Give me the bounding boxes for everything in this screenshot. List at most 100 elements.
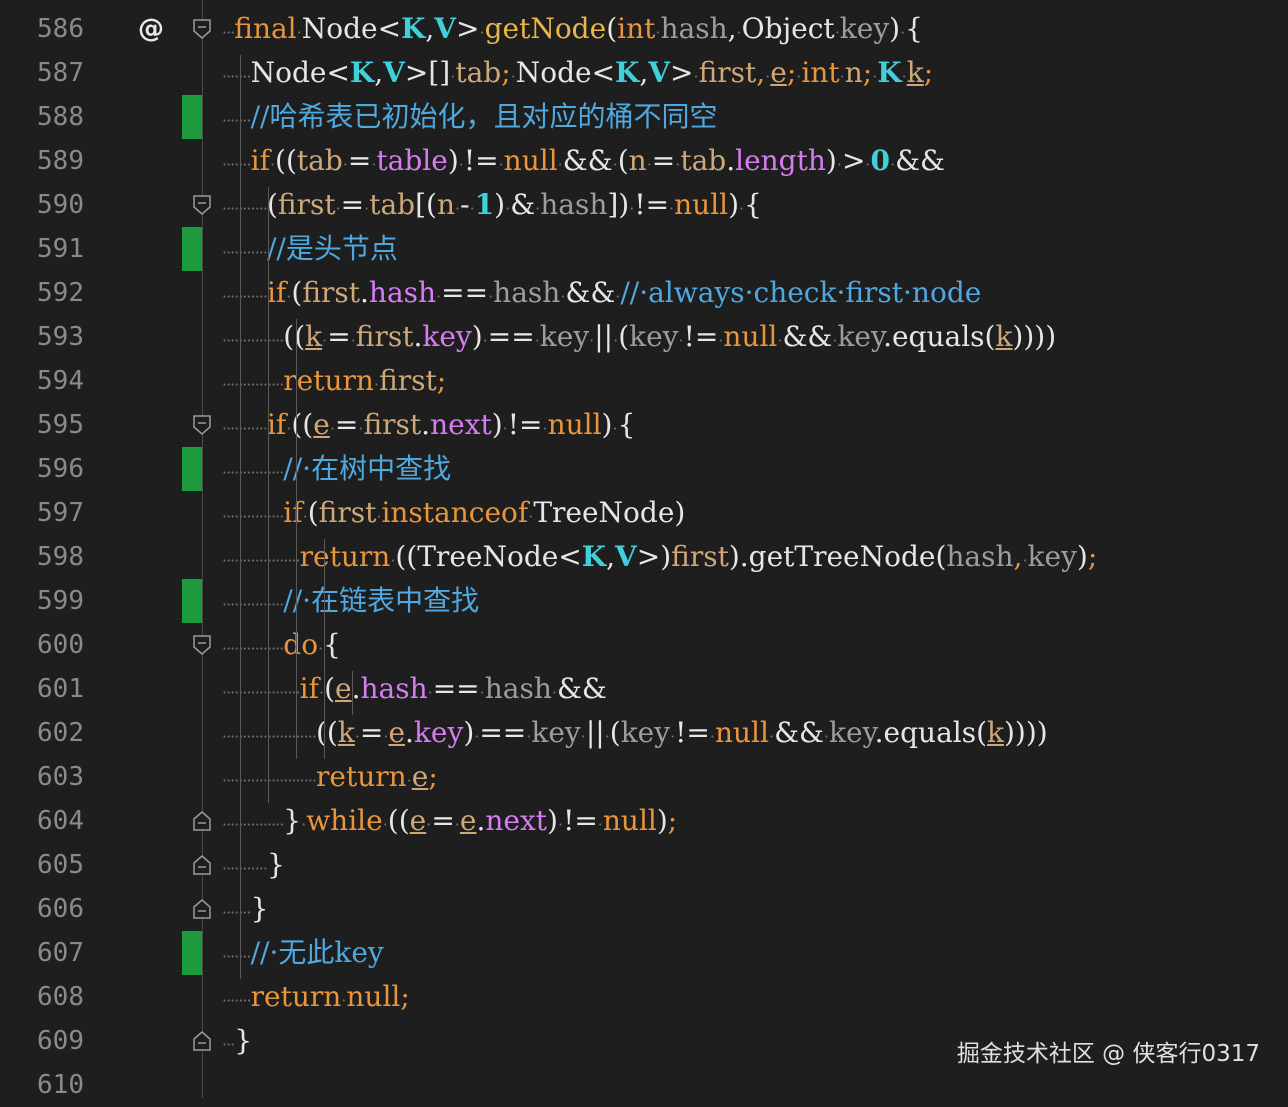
code-line[interactable]: 594 ···············return·first; (0, 359, 1288, 403)
line-number[interactable]: 589 (0, 139, 84, 183)
code-line[interactable]: 598 ···················return·((TreeNode<… (0, 535, 1288, 579)
code-line[interactable]: 608 ·······return·null; (0, 975, 1288, 1019)
code-text: ·······················((k·=·e.key)·==·k… (222, 711, 1048, 759)
code-line[interactable]: 588 ·······//哈希表已初始化，且对应的桶不同空 (0, 95, 1288, 139)
change-marker[interactable] (182, 579, 202, 623)
code-token: { (905, 12, 923, 45)
whitespace-dots: ··············· (222, 507, 284, 526)
line-number[interactable]: 596 (0, 447, 84, 491)
code-token: key (629, 320, 679, 353)
line-number[interactable]: 593 (0, 315, 84, 359)
code-line[interactable]: 597 ···············if·(first·instanceof·T… (0, 491, 1288, 535)
line-number[interactable]: 590 (0, 183, 84, 227)
line-number[interactable]: 588 (0, 95, 84, 139)
code-line[interactable]: 592 ···········if·(first.hash·==·hash·&&·… (0, 271, 1288, 315)
code-line[interactable]: 603·······················return·e; (0, 755, 1288, 799)
code-line[interactable]: 605 ···········} (0, 843, 1288, 887)
line-number[interactable]: 586 (0, 7, 84, 51)
code-token: ) (494, 188, 506, 221)
line-number[interactable]: 602 (0, 711, 84, 755)
code-token: null (503, 144, 558, 177)
code-line[interactable]: 593 ···············((k·=·first.key)·==·ke… (0, 315, 1288, 359)
whitespace-dots: ······· (222, 67, 252, 86)
code-token: K (349, 56, 375, 89)
code-token: if (266, 276, 287, 309)
code-line[interactable]: 590 ···········(first·=·tab[(n·-·1)·&·has… (0, 183, 1288, 227)
code-line[interactable]: 587 ·······Node<K,V>[]·tab;·Node<K,V>·fir… (0, 51, 1288, 95)
code-token: != (463, 144, 499, 177)
code-line[interactable]: 586 @ ···final·Node<K,V>·getNode(int·hash,… (0, 7, 1288, 51)
fold-end-icon[interactable] (193, 811, 211, 831)
code-line[interactable]: 602·······················((k·=·e.key)·=… (0, 711, 1288, 755)
code-line[interactable]: 596 ···············//·在树中查找 (0, 447, 1288, 491)
code-line[interactable]: 610 (0, 1063, 1288, 1107)
change-marker[interactable] (182, 227, 202, 271)
code-token: ( (606, 12, 618, 45)
line-number[interactable]: 600 (0, 623, 84, 667)
code-token: .equals( (874, 716, 988, 749)
code-token: k (305, 320, 323, 353)
line-number[interactable]: 604 (0, 799, 84, 843)
code-token: first (277, 188, 336, 221)
line-number[interactable]: 599 (0, 579, 84, 623)
code-token: , (374, 56, 384, 89)
line-number[interactable]: 601 (0, 667, 84, 711)
code-token: ) (825, 144, 837, 177)
code-token: Node< (250, 56, 350, 89)
line-number[interactable]: 603 (0, 755, 84, 799)
code-token: >[] (404, 56, 451, 89)
code-line[interactable]: 604 ···············}·while·((e·=·e.next)·… (0, 799, 1288, 843)
code-line[interactable]: 589 ·······if·((tab·=·table)·!=·null·&&·(… (0, 139, 1288, 183)
fold-collapse-icon[interactable] (193, 635, 211, 655)
change-marker[interactable] (182, 931, 202, 975)
code-line[interactable]: 600 ···············do·{ (0, 623, 1288, 667)
change-marker[interactable] (182, 447, 202, 491)
code-token: (( (275, 144, 297, 177)
code-token: == (432, 672, 480, 705)
line-number[interactable]: 606 (0, 887, 84, 931)
fold-end-icon[interactable] (193, 899, 211, 919)
line-number[interactable]: 594 (0, 359, 84, 403)
indent-guide (240, 55, 241, 979)
code-text: ·······} (222, 887, 268, 935)
line-number[interactable]: 597 (0, 491, 84, 535)
fold-end-icon[interactable] (193, 855, 211, 875)
code-line[interactable]: 606 ·······} (0, 887, 1288, 931)
code-editor[interactable]: 586 @ ···final·Node<K,V>·getNode(int·hash,… (0, 0, 1288, 1100)
code-line[interactable]: 601 ···················if·(e.hash·==·hash… (0, 667, 1288, 711)
code-token: (( (387, 804, 410, 837)
line-number[interactable]: 605 (0, 843, 84, 887)
fold-collapse-icon[interactable] (193, 415, 211, 435)
fold-collapse-icon[interactable] (193, 195, 211, 215)
line-number[interactable]: 587 (0, 51, 84, 95)
whitespace-dots: ··············· (222, 639, 284, 658)
code-token: ).getTreeNode( (728, 540, 947, 573)
code-line[interactable]: 591 ···········//是头节点 (0, 227, 1288, 271)
fold-collapse-icon[interactable] (193, 19, 211, 39)
code-token: e (459, 804, 477, 837)
code-line[interactable]: 595 ···········if·((e·=·first.next)·!=·nu… (0, 403, 1288, 447)
code-token: do (283, 628, 319, 661)
fold-end-icon[interactable] (193, 1031, 211, 1051)
change-marker[interactable] (182, 95, 202, 139)
indent-guide (296, 319, 297, 759)
line-number[interactable]: 610 (0, 1063, 84, 1107)
line-number[interactable]: 609 (0, 1019, 84, 1063)
line-number[interactable]: 591 (0, 227, 84, 271)
line-number[interactable]: 607 (0, 931, 84, 975)
whitespace-dots: ··················· (222, 551, 301, 570)
whitespace-dots: ··············· (222, 595, 284, 614)
code-token: TreeNode) (533, 496, 686, 529)
code-token: ( (291, 276, 303, 309)
line-number[interactable]: 608 (0, 975, 84, 1019)
code-token: n (844, 56, 863, 89)
code-line[interactable]: 599 ···············//·在链表中查找 (0, 579, 1288, 623)
override-marker-icon[interactable]: @ (138, 7, 164, 51)
code-token: { (744, 188, 762, 221)
code-token: && (562, 144, 613, 177)
line-number[interactable]: 598 (0, 535, 84, 579)
line-number[interactable]: 592 (0, 271, 84, 315)
line-number[interactable]: 595 (0, 403, 84, 447)
code-token: hash (540, 188, 608, 221)
code-line[interactable]: 607 ·······//·无此key (0, 931, 1288, 975)
